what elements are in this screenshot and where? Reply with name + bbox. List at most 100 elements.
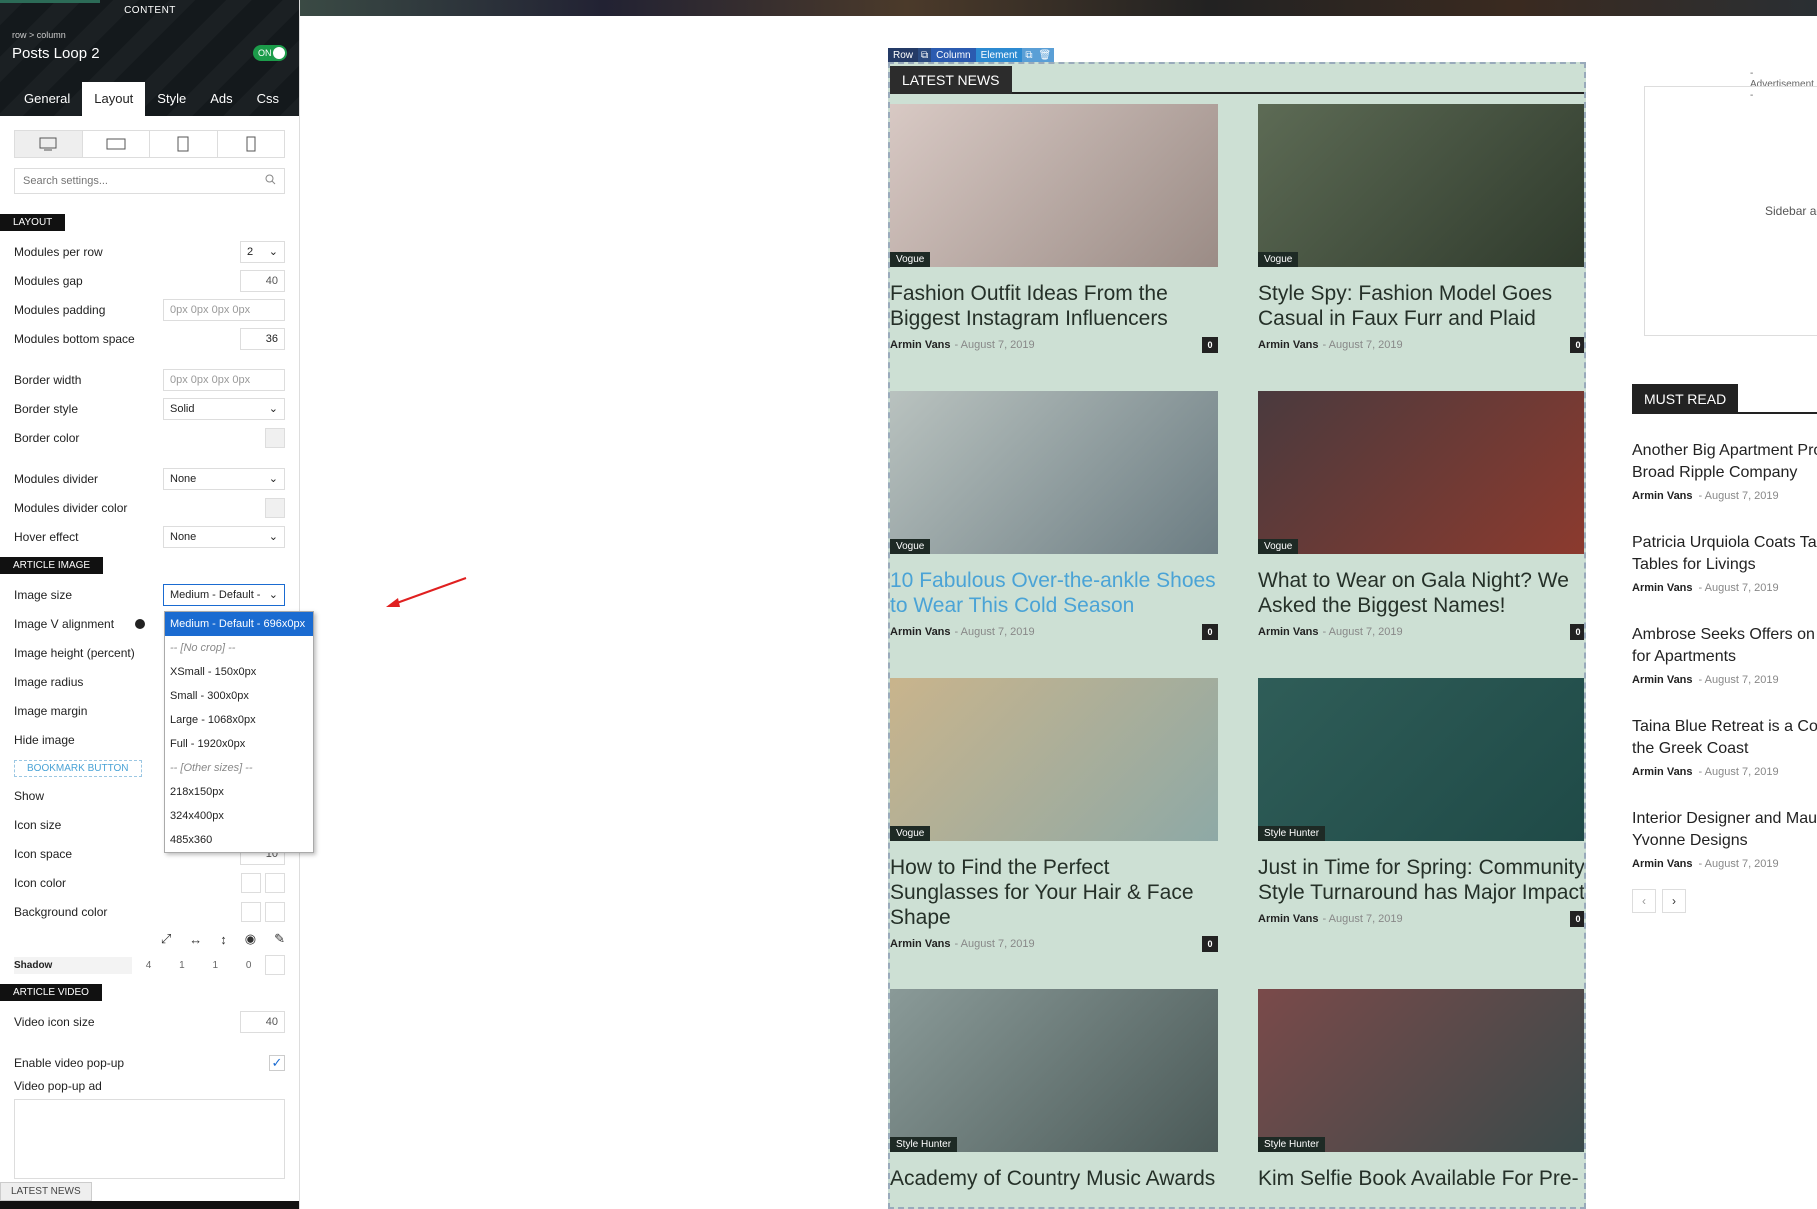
must-read-title-line1[interactable]: Interior Designer and Mau — [1632, 808, 1817, 830]
shadow-y[interactable]: 1 — [199, 960, 232, 971]
must-read-title-line1[interactable]: Taina Blue Retreat is a Com — [1632, 716, 1817, 738]
tab-css[interactable]: Css — [245, 82, 291, 116]
icon-color-swatch[interactable] — [241, 872, 261, 893]
comment-count[interactable]: 0 — [1202, 936, 1218, 952]
posts-loop-module[interactable]: LATEST NEWS Vogue Fashion Outfit Ideas Fr… — [888, 62, 1586, 1209]
article-title[interactable]: Fashion Outfit Ideas From the Biggest In… — [890, 281, 1218, 331]
border-style-select[interactable]: Solid ⌄ — [163, 397, 285, 420]
tab-ads[interactable]: Ads — [198, 82, 244, 116]
sidebar-ad-box[interactable]: Sidebar ad — [1644, 86, 1817, 336]
must-read-author[interactable]: Armin Vans — [1632, 766, 1693, 778]
article-thumbnail[interactable]: Vogue — [1258, 104, 1584, 267]
image-size-option[interactable]: 485x360 — [165, 828, 313, 852]
bg-color-swatch[interactable] — [241, 901, 261, 922]
category-badge[interactable]: Vogue — [890, 826, 931, 841]
image-size-option[interactable]: Medium - Default - 696x0px — [165, 612, 313, 636]
must-read-item[interactable]: Another Big Apartment ProjectBroad Rippl… — [1632, 440, 1817, 502]
must-read-author[interactable]: Armin Vans — [1632, 858, 1693, 870]
image-size-option[interactable]: Full - 1920x0px — [165, 732, 313, 756]
article-card[interactable]: Vogue How to Find the Perfect Sunglasses … — [890, 678, 1218, 952]
comment-count[interactable]: 0 — [1570, 624, 1584, 640]
category-badge[interactable]: Style Hunter — [1258, 1137, 1326, 1152]
article-thumbnail[interactable]: Style Hunter — [890, 989, 1218, 1152]
article-author[interactable]: Armin Vans — [890, 339, 951, 351]
divider-color-swatch[interactable] — [265, 497, 285, 518]
desktop-icon[interactable] — [15, 131, 83, 157]
article-title[interactable]: Style Spy: Fashion Model Goes Casual in … — [1258, 281, 1584, 331]
phone-icon[interactable] — [218, 131, 285, 157]
category-badge[interactable]: Style Hunter — [1258, 826, 1326, 841]
shadow-x[interactable]: 1 — [165, 960, 198, 971]
bottom-breadcrumb-tab[interactable]: LATEST NEWS — [0, 1182, 92, 1201]
pencil-icon[interactable]: ✎ — [274, 931, 285, 947]
prev-page-icon[interactable]: ‹ — [1632, 889, 1656, 913]
border-color-swatch[interactable] — [265, 427, 285, 448]
article-title[interactable]: Academy of Country Music Awards — [890, 1166, 1218, 1191]
article-author[interactable]: Armin Vans — [890, 626, 951, 638]
next-page-icon[interactable]: › — [1662, 889, 1686, 913]
article-thumbnail[interactable]: Style Hunter — [1258, 989, 1584, 1152]
article-thumbnail[interactable]: Vogue — [890, 104, 1218, 267]
search-input[interactable] — [23, 175, 253, 187]
article-author[interactable]: Armin Vans — [1258, 626, 1319, 638]
article-title[interactable]: How to Find the Perfect Sunglasses for Y… — [890, 855, 1218, 930]
border-width-input[interactable]: 0px 0px 0px 0px — [163, 368, 285, 391]
video-icon-size-input[interactable]: 40 — [240, 1010, 285, 1033]
must-read-item[interactable]: Interior Designer and Mau Yvonne Designs A… — [1632, 808, 1817, 870]
modules-bottom-space-input[interactable]: 36 — [240, 327, 285, 350]
category-badge[interactable]: Vogue — [1258, 539, 1299, 554]
article-author[interactable]: Armin Vans — [890, 938, 951, 950]
image-size-option[interactable]: 324x400px — [165, 804, 313, 828]
video-ad-textarea[interactable] — [14, 1099, 285, 1179]
category-badge[interactable]: Vogue — [890, 539, 931, 554]
search-icon[interactable] — [265, 174, 276, 188]
modules-per-row-select[interactable]: 2 ⌄ — [240, 240, 285, 263]
article-title[interactable]: What to Wear on Gala Night? We Asked the… — [1258, 568, 1584, 618]
must-read-title-line1[interactable]: Patricia Urquiola Coats Tables — [1632, 532, 1817, 554]
must-read-item[interactable]: Patricia Urquiola Coats TablesTables for… — [1632, 532, 1817, 594]
tab-general[interactable]: General — [12, 82, 82, 116]
tab-layout[interactable]: Layout — [82, 82, 146, 116]
on-toggle[interactable]: ON — [253, 45, 287, 61]
must-read-author[interactable]: Armin Vans — [1632, 490, 1693, 502]
modules-padding-input[interactable]: 0px 0px 0px 0px — [163, 298, 285, 321]
comment-count[interactable]: 0 — [1202, 624, 1218, 640]
must-read-title-line2[interactable]: Yvonne Designs — [1632, 830, 1817, 852]
must-read-title-line2[interactable]: the Greek Coast — [1632, 738, 1817, 760]
article-thumbnail[interactable]: Style Hunter — [1258, 678, 1584, 841]
comment-count[interactable]: 0 — [1202, 337, 1218, 353]
modules-divider-select[interactable]: None ⌄ — [163, 467, 285, 490]
must-read-author[interactable]: Armin Vans — [1632, 674, 1693, 686]
article-card[interactable]: Style Hunter Just in Time for Spring: Com… — [1258, 678, 1584, 927]
article-title[interactable]: Just in Time for Spring: Community Style… — [1258, 855, 1584, 905]
breadcrumb[interactable]: row > column — [12, 30, 66, 40]
vertical-arrows-icon[interactable]: ↕ — [220, 932, 227, 947]
image-size-option[interactable]: Small - 300x0px — [165, 684, 313, 708]
must-read-item[interactable]: Ambrose Seeks Offers on for Apartments Arm… — [1632, 624, 1817, 686]
shadow-size[interactable]: 4 — [132, 960, 165, 971]
image-size-option[interactable]: Large - 1068x0px — [165, 708, 313, 732]
tablet-landscape-icon[interactable] — [83, 131, 150, 157]
comment-count[interactable]: 0 — [1570, 911, 1584, 927]
article-title[interactable]: Kim Selfie Book Available For Pre- — [1258, 1166, 1584, 1191]
must-read-title-line1[interactable]: Another Big Apartment Project — [1632, 440, 1817, 462]
article-thumbnail[interactable]: Vogue — [890, 678, 1218, 841]
must-read-author[interactable]: Armin Vans — [1632, 582, 1693, 594]
must-read-title-line2[interactable]: Broad Ripple Company — [1632, 462, 1817, 484]
modules-gap-input[interactable]: 40 — [240, 269, 285, 292]
article-card[interactable]: Vogue Style Spy: Fashion Model Goes Casua… — [1258, 104, 1584, 353]
tab-style[interactable]: Style — [145, 82, 198, 116]
bg-hover-color-swatch[interactable] — [265, 901, 285, 922]
article-thumbnail[interactable]: Vogue — [890, 391, 1218, 554]
must-read-item[interactable]: Taina Blue Retreat is a Com the Greek Coa… — [1632, 716, 1817, 778]
article-card[interactable]: Style Hunter Academy of Country Music Awa… — [890, 989, 1218, 1191]
category-badge[interactable]: Style Hunter — [890, 1137, 958, 1152]
hover-effect-select[interactable]: None ⌄ — [163, 525, 285, 548]
article-thumbnail[interactable]: Vogue — [1258, 391, 1584, 554]
must-read-title-line2[interactable]: Tables for Livings — [1632, 554, 1817, 576]
article-card[interactable]: Style Hunter Kim Selfie Book Available Fo… — [1258, 989, 1584, 1191]
article-card[interactable]: Vogue Fashion Outfit Ideas From the Bigge… — [890, 104, 1218, 353]
horizontal-arrows-icon[interactable]: ↔ — [189, 932, 202, 947]
must-read-title-line1[interactable]: Ambrose Seeks Offers on — [1632, 624, 1817, 646]
content-tab[interactable]: CONTENT — [0, 0, 299, 22]
